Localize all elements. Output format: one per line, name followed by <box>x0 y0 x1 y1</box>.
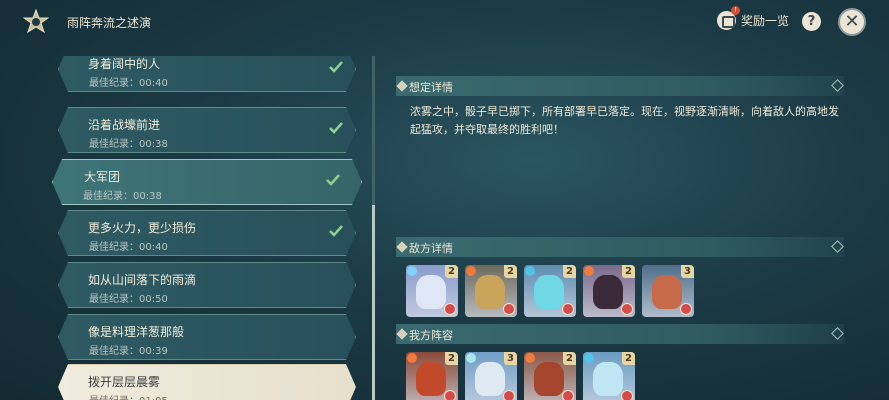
role-icon <box>444 303 456 315</box>
role-icon <box>444 390 456 400</box>
stage-best-record: 最佳纪录：00:39 <box>89 346 168 357</box>
card-level: 3 <box>681 265 694 278</box>
event-emblem-icon <box>23 9 49 34</box>
stage-item[interactable]: 如从山间落下的雨滴 最佳纪录：00:50 <box>58 262 356 308</box>
stage-item-active[interactable]: 拨开层层晨雾 最佳纪录：01:05 <box>58 364 356 400</box>
completed-check-icon <box>325 172 341 188</box>
diamond-icon <box>396 241 408 253</box>
ally-card[interactable]: 2 <box>524 352 576 400</box>
stage-name: 大军团 <box>84 170 121 184</box>
stage-best-record: 最佳纪录：01:05 <box>89 392 168 400</box>
ally-card[interactable]: 2 <box>583 352 635 400</box>
diamond-outline-icon <box>831 240 844 253</box>
stage-best-record: 最佳纪录：00:38 <box>83 191 162 202</box>
ally-portrait <box>593 362 623 396</box>
ally-portrait <box>475 362 505 396</box>
assumption-description: 浓雾之中，骰子早已掷下，所有部署早已落定。现在，视野逐渐清晰，向着敌人的高地发起… <box>410 105 839 136</box>
role-icon <box>680 303 692 315</box>
card-level: 2 <box>622 352 635 365</box>
role-icon <box>621 303 633 315</box>
ally-portrait <box>534 362 564 396</box>
element-icon <box>466 266 476 276</box>
role-icon <box>562 303 574 315</box>
stage-item[interactable]: 像是料理洋葱那般 最佳纪录：00:39 <box>58 314 356 360</box>
element-icon <box>407 266 417 276</box>
stage-name: 像是料理洋葱那般 <box>88 325 185 339</box>
enemy-card[interactable]: 2 <box>406 265 458 317</box>
enemy-card[interactable]: 2 <box>583 265 635 317</box>
completed-check-icon <box>328 59 344 75</box>
diamond-icon <box>396 80 408 92</box>
section-title: 敌方详情 <box>409 242 453 255</box>
element-icon <box>525 266 535 276</box>
close-button[interactable]: ✕ <box>838 8 866 36</box>
diamond-icon <box>396 328 408 340</box>
card-level: 2 <box>622 265 635 278</box>
stage-item-selected[interactable]: 大军团 最佳纪录：00:38 <box>52 159 362 205</box>
enemy-portrait <box>416 275 446 309</box>
diamond-outline-icon <box>831 327 844 340</box>
reward-overview-button[interactable]: ! 奖励一览 <box>717 6 790 30</box>
element-icon <box>466 353 476 363</box>
enemy-portrait <box>593 275 623 309</box>
notification-badge: ! <box>731 6 740 15</box>
element-icon <box>584 353 594 363</box>
diamond-outline-icon <box>831 79 844 92</box>
stage-name: 更多火力，更少损伤 <box>88 221 197 235</box>
enemy-portrait <box>475 275 505 309</box>
role-icon <box>621 390 633 400</box>
ally-card[interactable]: 2 <box>406 352 458 400</box>
ally-portrait <box>416 362 446 396</box>
scrollbar-thumb[interactable] <box>372 205 375 400</box>
stage-name: 沿着战壕前进 <box>88 118 161 132</box>
card-level: 2 <box>563 352 576 365</box>
stage-item[interactable]: 更多火力，更少损伤 最佳纪录：00:40 <box>58 210 356 256</box>
role-icon <box>562 390 574 400</box>
ally-card-row: 2 3 2 2 <box>406 352 635 400</box>
enemy-card[interactable]: 2 <box>524 265 576 317</box>
card-level: 2 <box>445 352 458 365</box>
card-level: 2 <box>504 265 517 278</box>
card-level: 2 <box>445 265 458 278</box>
enemy-portrait <box>534 275 564 309</box>
enemy-card[interactable]: 2 <box>465 265 517 317</box>
stage-item[interactable]: 沿着战壕前进 最佳纪录：00:38 <box>58 107 356 153</box>
stage-name: 身着阔中的人 <box>88 57 161 71</box>
ally-card[interactable]: 3 <box>465 352 517 400</box>
stage-best-record: 最佳纪录：00:40 <box>89 78 168 89</box>
help-button[interactable]: ? <box>802 12 821 31</box>
element-icon <box>584 266 594 276</box>
completed-check-icon <box>328 223 344 239</box>
section-title: 想定详情 <box>409 81 453 94</box>
stage-name: 如从山间落下的雨滴 <box>88 273 197 287</box>
role-icon <box>503 390 515 400</box>
element-icon <box>407 353 417 363</box>
card-level: 3 <box>504 352 517 365</box>
top-bar: 雨阵奔流之述演 ! 奖励一览 ? ✕ <box>0 0 889 46</box>
completed-check-icon <box>328 120 344 136</box>
enemy-details-header: 敌方详情 <box>396 237 844 257</box>
stage-best-record: 最佳纪录：00:50 <box>89 294 168 305</box>
page-title: 雨阵奔流之述演 <box>67 16 152 30</box>
enemy-card[interactable]: 3 <box>642 265 694 317</box>
enemy-card-row: 2 2 2 2 3 <box>406 265 694 317</box>
reward-box-icon: ! <box>717 6 740 30</box>
ally-lineup-header: 我方阵容 <box>396 324 844 344</box>
section-title: 我方阵容 <box>409 329 453 342</box>
stage-best-record: 最佳纪录：00:38 <box>89 139 168 150</box>
stage-item[interactable]: 身着阔中的人 最佳纪录：00:40 <box>58 56 356 92</box>
enemy-portrait <box>652 275 682 309</box>
role-icon <box>503 303 515 315</box>
reward-overview-label: 奖励一览 <box>741 14 790 28</box>
card-level: 2 <box>563 265 576 278</box>
stage-list[interactable]: 身着阔中的人 最佳纪录：00:40 沿着战壕前进 最佳纪录：00:38 大军团 … <box>52 56 364 400</box>
element-icon <box>525 353 535 363</box>
stage-best-record: 最佳纪录：00:40 <box>89 242 168 253</box>
assumption-details-header: 想定详情 <box>396 76 844 96</box>
stage-name: 拨开层层晨雾 <box>88 375 161 389</box>
